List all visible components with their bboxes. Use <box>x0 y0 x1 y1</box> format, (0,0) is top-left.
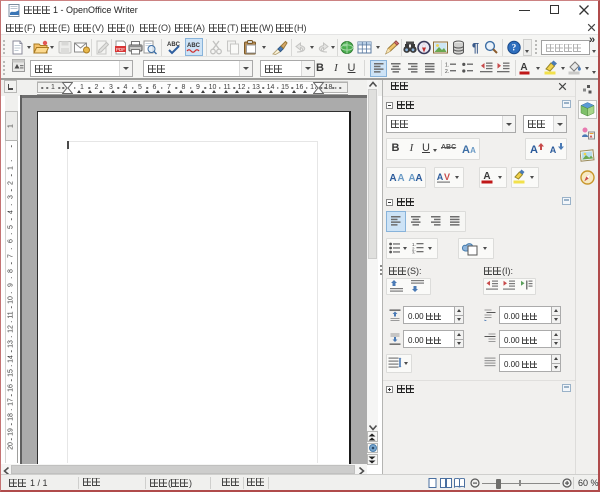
svg-text:2.: 2. <box>445 69 449 74</box>
svg-text:A: A <box>437 172 444 182</box>
svg-text:A: A <box>397 173 404 184</box>
svg-text:3.: 3. <box>412 251 416 255</box>
svg-text:A: A <box>470 146 476 155</box>
svg-text:A: A <box>530 144 538 156</box>
svg-text:ABC: ABC <box>187 43 201 49</box>
svg-text:A: A <box>520 62 527 73</box>
svg-text:PDF: PDF <box>116 47 125 52</box>
svg-text:A: A <box>550 145 557 155</box>
svg-text:A: A <box>389 173 396 184</box>
svg-text:?: ? <box>512 43 517 53</box>
svg-text:A: A <box>462 144 470 156</box>
svg-text:1.: 1. <box>445 63 449 69</box>
svg-text:A: A <box>415 173 422 184</box>
svg-text:A: A <box>483 171 490 182</box>
svg-text:V: V <box>444 172 450 182</box>
